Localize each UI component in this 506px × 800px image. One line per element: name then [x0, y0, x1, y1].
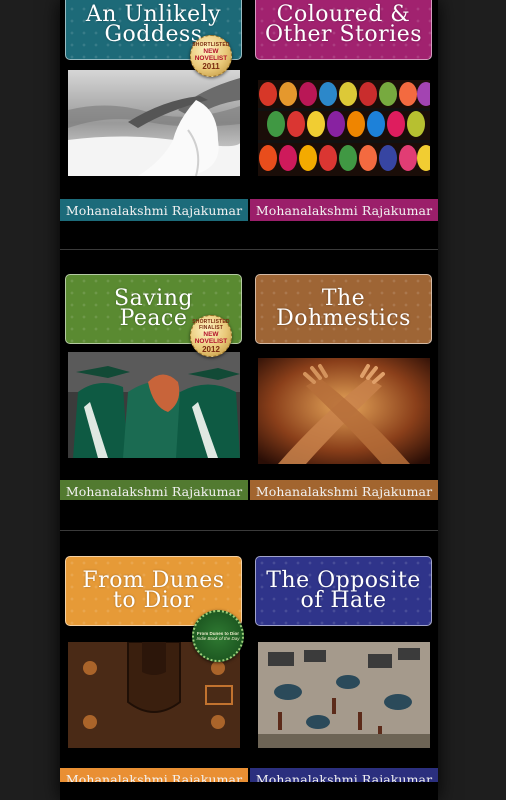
book-title-panel: Coloured & Other Stories: [255, 0, 432, 60]
author-name-bar: Mohanalakshmi Rajakumar: [60, 480, 248, 500]
author-name-bar: Mohanalakshmi Rajakumar: [60, 199, 248, 221]
beach-woman-image: [68, 70, 240, 176]
book-cover-saving-peace[interactable]: Saving Peace SHORTLISTED FINALIST NEW NO…: [60, 270, 248, 500]
book-title-panel: The Dohmestics: [255, 274, 432, 344]
author-name: Mohanalakshmi Rajakumar: [255, 202, 433, 218]
book-title: The Dohmestics: [276, 286, 411, 331]
author-name: Mohanalakshmi Rajakumar: [65, 202, 243, 218]
book-cover-the-dohmestics[interactable]: The Dohmestics Mohanalakshmi Rajakumar: [250, 270, 438, 500]
author-name-bar: Mohanalakshmi Rajakumar: [250, 199, 438, 221]
book-cover-the-opposite-of-hate[interactable]: The Opposite of Hate Mohanalakshmi Rajak…: [250, 552, 438, 782]
author-name-bar: Mohanalakshmi Rajakumar: [60, 768, 248, 782]
shelf-divider: [60, 249, 438, 250]
book-title-panel: The Opposite of Hate: [255, 556, 432, 626]
colored-lamps-image: [258, 80, 430, 186]
mural-painting-image: [258, 642, 430, 748]
crossed-hands-image: [258, 358, 430, 464]
author-name: Mohanalakshmi Rajakumar: [255, 771, 433, 783]
award-seal-icon: SHORTLISTED FINALIST NEW NOVELIST 2012: [190, 315, 232, 357]
book-cover-an-unlikely-goddess[interactable]: An Unlikely Goddess SHORTLISTED NEW NOVE…: [60, 0, 248, 230]
author-name: Mohanalakshmi Rajakumar: [65, 771, 243, 783]
graduates-image: [68, 352, 240, 458]
book-cover-from-dunes-to-dior[interactable]: From Dunes to Dior From Dunes to Dior In…: [60, 552, 248, 782]
book-title: The Opposite of Hate: [266, 568, 421, 613]
author-name-bar: Mohanalakshmi Rajakumar: [250, 768, 438, 782]
shelf-divider: [60, 530, 438, 531]
award-seal-icon: From Dunes to Dior Indie Book of the Day: [192, 610, 244, 662]
book-cover-coloured-and-other-stories[interactable]: Coloured & Other Stories Mohanalakshmi R…: [250, 0, 438, 230]
author-name: Mohanalakshmi Rajakumar: [65, 483, 243, 499]
book-title: From Dunes to Dior: [82, 568, 225, 613]
award-seal-icon: SHORTLISTED NEW NOVELIST 2011: [190, 35, 232, 77]
author-name-bar: Mohanalakshmi Rajakumar: [250, 480, 438, 500]
author-name: Mohanalakshmi Rajakumar: [255, 483, 433, 499]
book-title: Coloured & Other Stories: [264, 2, 423, 47]
book-title: Saving Peace: [114, 286, 193, 331]
